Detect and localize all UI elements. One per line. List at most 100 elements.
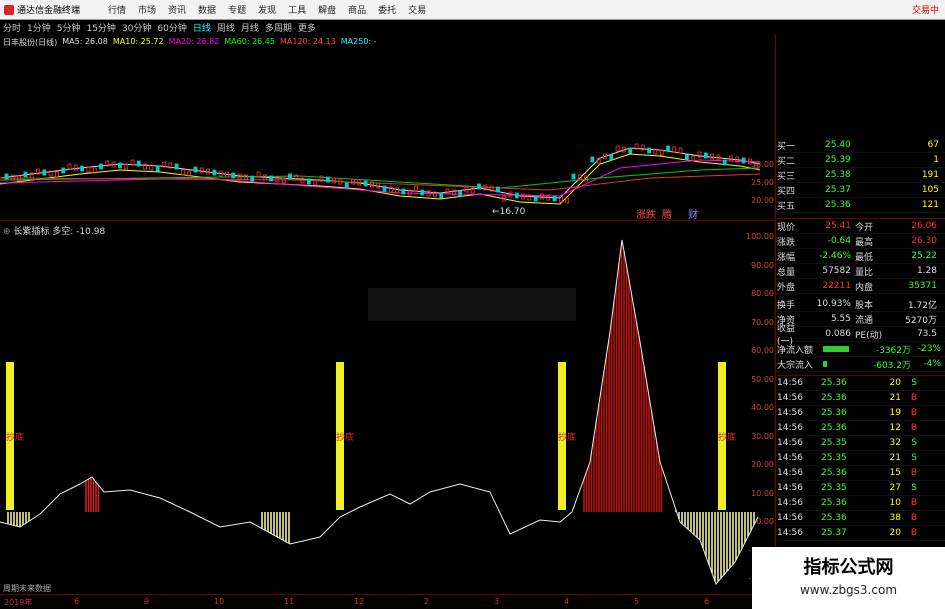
stat-label: 涨幅 [777,252,796,263]
period-tab-5[interactable]: 60分钟 [157,21,186,34]
stat-value: 22211 [822,281,851,291]
fund-flow-value: -603.2万 [872,360,911,371]
bid-volume: 121 [921,200,939,210]
tick-volume: 12 [889,423,901,433]
candle [382,185,387,192]
tick-direction: S [911,378,917,388]
menu-item-0[interactable]: 行情 [102,3,132,16]
bid-price: 25.38 [825,170,851,180]
bid-row[interactable]: 买三 25.38 191 [777,168,945,183]
period-tab-2[interactable]: 5分钟 [57,21,81,34]
bid-volume: 191 [921,170,939,180]
menu-item-10[interactable]: 交易 [402,3,432,16]
period-tab-4[interactable]: 30分钟 [122,21,151,34]
menu-item-4[interactable]: 专题 [222,3,252,16]
tick-volume: 21 [889,393,901,403]
stat-value: 1.28 [916,266,937,276]
bid-row[interactable]: 买一 25.40 67 [777,138,945,153]
candle [565,197,570,204]
candle [477,183,481,190]
candle [344,182,349,189]
stat-label: 换手 [777,300,796,311]
stat-label: 量比 [855,267,874,278]
menu-item-2[interactable]: 资讯 [162,3,192,16]
kline-tag-1[interactable]: 腾 [662,208,672,220]
menu-item-8[interactable]: 商品 [342,3,372,16]
indicator-y-tick: 60.00 [751,346,774,355]
kline-tag-2[interactable]: 财 [688,208,698,220]
tick-price: 25.36 [821,423,847,433]
kline-y-tick: 25.00 [751,178,774,187]
right-panel-divider [775,34,776,609]
bid-row[interactable]: 买二 25.39 1 [777,153,945,168]
period-tab-6[interactable]: 日线 [193,21,211,34]
bottom-signal-label: 抄底 [718,431,736,443]
menu-item-3[interactable]: 数据 [192,3,222,16]
tick-price: 25.36 [821,513,847,523]
stat-row: 换手 10.93% 股本 1.72亿 [777,297,945,312]
menu-item-7[interactable]: 解盘 [312,3,342,16]
stat-label: 现价 [777,222,796,233]
period-tab-1[interactable]: 1分钟 [27,21,51,34]
tick-row: 14:56 25.36 38 B [777,511,945,526]
bottom-signal-label: 抄底 [336,431,354,443]
tick-time: 14:56 [777,378,803,388]
time-axis-tick: 11 [284,597,295,606]
candle [552,195,557,202]
indicator-y-tick: 90.00 [751,260,774,270]
candle [647,147,651,154]
app-title-text: 通达信金融终端 [17,6,81,16]
indicator-chart[interactable]: 抄底 抄底 抄底 抄底 [0,222,775,594]
candle [231,172,236,179]
candle [42,169,47,176]
fund-flow-label: 大宗流入 [777,360,814,371]
period-tab-3[interactable]: 15分钟 [86,21,115,34]
period-tab-8[interactable]: 月线 [241,21,259,34]
tick-direction: B [910,393,917,403]
kline-chart[interactable]: ←16.70 涨跌腾 财 [0,138,775,220]
menu-item-1[interactable]: 市场 [132,3,162,16]
stat-label: 最低 [855,252,874,263]
tick-direction: B [910,513,917,523]
bid-label: 买二 [777,156,796,167]
tick-volume: 27 [889,483,901,493]
menu-item-6[interactable]: 工具 [282,3,312,16]
candle [136,160,141,167]
stat-label: 涨跌 [777,237,796,248]
period-tab-9[interactable]: 多周期 [265,21,292,34]
fund-flow-row: 净流入额 -3362万 -23% [777,342,945,357]
period-tab-7[interactable]: 周线 [217,21,235,34]
candle [118,162,122,169]
indicator-y-tick: 50.00 [751,374,774,384]
tick-time: 14:56 [777,498,803,508]
menu-item-5[interactable]: 发现 [252,3,282,16]
fund-flow-bar [823,346,849,352]
trade-status[interactable]: 交易中 [912,3,939,16]
bid-row[interactable]: 买五 25.36 121 [777,198,945,213]
candle [174,163,179,170]
candle [250,175,255,182]
bid-price: 25.39 [825,155,851,165]
bid-volume: 67 [927,140,939,150]
period-tab-10[interactable]: 更多 [298,21,316,34]
period-tab-0[interactable]: 分时 [3,21,21,34]
menu-item-9[interactable]: 委托 [372,3,402,16]
stat-label: 股本 [855,300,874,311]
stat-value: 0.086 [825,329,851,339]
future-data-label: 周期未来数据 [3,584,51,593]
tick-row: 14:56 25.36 12 B [777,421,945,436]
ma-legend-item-1: MA10: 25.72 [112,37,164,46]
tick-direction: S [911,453,917,463]
fund-flow-pct: -4% [923,359,941,369]
tick-price: 25.36 [821,408,847,418]
tick-time: 14:56 [777,483,803,493]
kline-tag-0[interactable]: 涨跌 [636,208,656,220]
tick-time: 14:56 [777,453,803,463]
tick-price: 25.35 [821,438,847,448]
candle [99,163,103,170]
candle [61,167,66,174]
tick-volume: 32 [889,438,901,448]
candle [306,178,311,185]
bid-row[interactable]: 买四 25.37 105 [777,183,945,198]
stat-row: 涨跌 -0.64 最高 26.30 [777,234,945,249]
